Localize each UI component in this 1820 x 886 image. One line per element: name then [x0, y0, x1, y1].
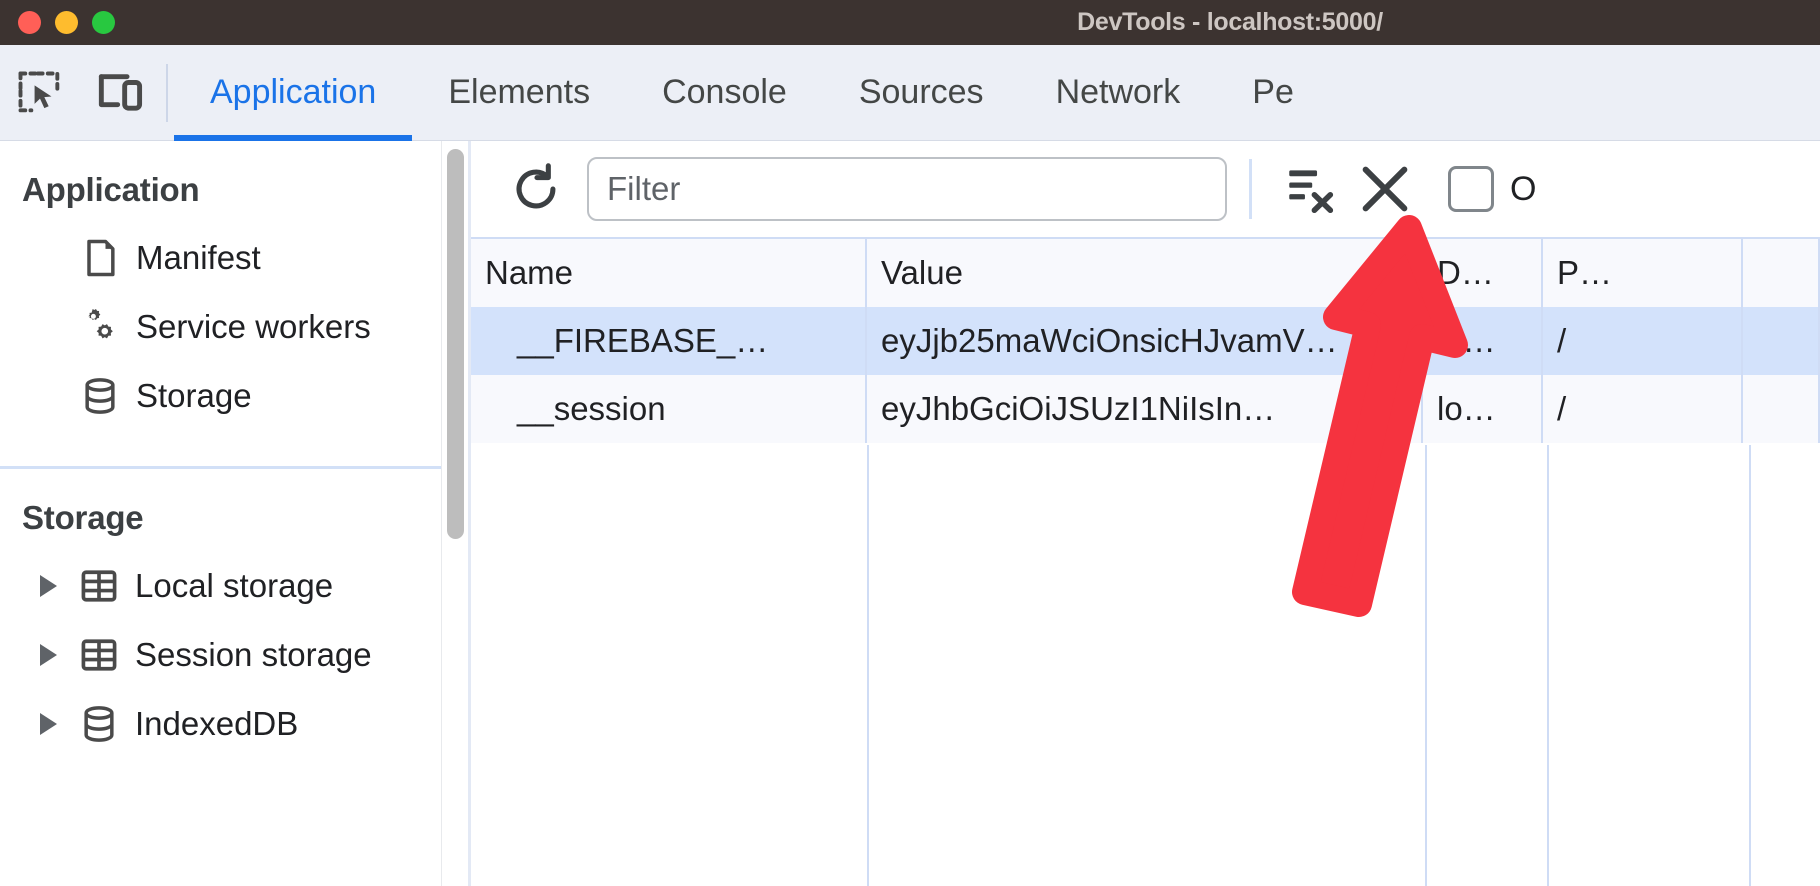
- tab-performance[interactable]: Pe: [1216, 45, 1330, 141]
- sidebar-item-local-storage[interactable]: Local storage: [0, 551, 441, 620]
- tab-elements[interactable]: Elements: [412, 45, 626, 141]
- cookies-toolbar: O: [471, 141, 1820, 237]
- database-icon: [77, 702, 129, 746]
- sidebar-item-session-storage[interactable]: Session storage: [0, 620, 441, 689]
- column-header-domain[interactable]: D…: [1423, 239, 1543, 307]
- toolbar-divider: [1249, 159, 1252, 219]
- sidebar-item-service-workers[interactable]: Service workers: [0, 292, 441, 361]
- cookies-table: Name Value D… P… __FIREBASE_… eyJjb25maW…: [471, 237, 1820, 886]
- table-empty-area: [471, 445, 1820, 886]
- tab-console[interactable]: Console: [626, 45, 823, 141]
- refresh-button[interactable]: [499, 152, 573, 226]
- table-row[interactable]: __FIREBASE_… eyJjb25maWciOnsicHJvamV… lo…: [471, 307, 1820, 375]
- tab-sources[interactable]: Sources: [823, 45, 1020, 141]
- cell-path: /: [1543, 307, 1743, 375]
- devtools-tabbar: Application Elements Console Sources Net…: [0, 45, 1820, 141]
- inspect-element-button[interactable]: [0, 45, 80, 141]
- sidebar-item-label: Manifest: [136, 239, 261, 277]
- sidebar-item-label: Service workers: [136, 308, 371, 346]
- devtools-window: DevTools - localhost:5000/: [0, 0, 1820, 886]
- table-icon: [77, 564, 129, 608]
- cell-value: eyJhbGciOiJSUzI1NiIsIn…: [867, 375, 1423, 443]
- sidebar-item-label: Local storage: [135, 567, 333, 605]
- tab-label: Elements: [448, 73, 590, 112]
- sidebar-section-application: Application Manifest: [0, 141, 441, 430]
- column-header-filler: [1743, 239, 1820, 307]
- inspect-element-icon: [14, 67, 66, 119]
- cell-name: __session: [471, 375, 867, 443]
- window-titlebar: DevTools - localhost:5000/: [0, 0, 1820, 45]
- sidebar-border: [441, 141, 442, 886]
- column-header-path[interactable]: P…: [1543, 239, 1743, 307]
- cookies-panel: O Name Value D… P… __FIREBASE_… eyJjb25m…: [471, 141, 1820, 886]
- panel-tabs: Application Elements Console Sources Net…: [174, 45, 1330, 141]
- cell-filler: [1743, 307, 1820, 375]
- sidebar-item-storage[interactable]: Storage: [0, 361, 441, 430]
- application-sidebar: Application Manifest: [0, 141, 441, 886]
- sidebar-scrollbar[interactable]: [447, 149, 464, 539]
- table-header-row: Name Value D… P…: [471, 239, 1820, 307]
- tab-label: Sources: [859, 73, 984, 112]
- sidebar-item-indexeddb[interactable]: IndexedDB: [0, 689, 441, 758]
- table-icon: [77, 633, 129, 677]
- close-icon: [1354, 158, 1416, 220]
- sidebar-item-label: Storage: [136, 377, 252, 415]
- cell-domain: lo…: [1423, 375, 1543, 443]
- filter-input[interactable]: [587, 157, 1227, 221]
- chevron-right-icon[interactable]: [40, 713, 57, 735]
- column-header-name[interactable]: Name: [471, 239, 867, 307]
- cell-domain: lo…: [1423, 307, 1543, 375]
- tab-network[interactable]: Network: [1020, 45, 1217, 141]
- sidebar-section-header: Storage: [0, 491, 441, 551]
- only-show-issues-checkbox[interactable]: [1448, 166, 1494, 212]
- sidebar-section-storage: Storage Local storage: [0, 469, 441, 758]
- only-show-issues-toggle[interactable]: O: [1448, 166, 1536, 212]
- tab-label: Console: [662, 73, 787, 112]
- only-show-issues-label: O: [1510, 170, 1536, 209]
- cell-filler: [1743, 375, 1820, 443]
- tabbar-divider: [166, 64, 168, 122]
- cell-name: __FIREBASE_…: [471, 307, 867, 375]
- sidebar-item-label: Session storage: [135, 636, 372, 674]
- cell-value: eyJjb25maWciOnsicHJvamV…: [867, 307, 1423, 375]
- sidebar-item-label: IndexedDB: [135, 705, 298, 743]
- service-workers-gears-icon: [78, 305, 130, 349]
- window-title: DevTools - localhost:5000/: [0, 0, 1820, 45]
- sidebar-item-manifest[interactable]: Manifest: [0, 223, 441, 292]
- chevron-right-icon[interactable]: [40, 644, 57, 666]
- tab-label: Application: [210, 73, 376, 112]
- sidebar-section-header: Application: [0, 163, 441, 223]
- clear-all-cookies-icon: [1282, 160, 1340, 218]
- table-row[interactable]: __session eyJhbGciOiJSUzI1NiIsIn… lo… /: [471, 375, 1820, 443]
- device-toolbar-button[interactable]: [80, 45, 160, 141]
- device-toolbar-icon: [92, 65, 148, 121]
- column-header-value[interactable]: Value: [867, 239, 1423, 307]
- tab-application[interactable]: Application: [174, 45, 412, 141]
- clear-all-cookies-button[interactable]: [1274, 152, 1348, 226]
- tab-label: Pe: [1252, 73, 1294, 112]
- chevron-right-icon[interactable]: [40, 575, 57, 597]
- devtools-body: Application Manifest: [0, 141, 1820, 886]
- tabbar-tools: [0, 45, 174, 141]
- delete-selected-cookie-button[interactable]: [1348, 152, 1422, 226]
- tab-label: Network: [1056, 73, 1181, 112]
- refresh-icon: [507, 160, 565, 218]
- manifest-document-icon: [78, 236, 130, 280]
- cell-path: /: [1543, 375, 1743, 443]
- storage-database-icon: [78, 374, 130, 418]
